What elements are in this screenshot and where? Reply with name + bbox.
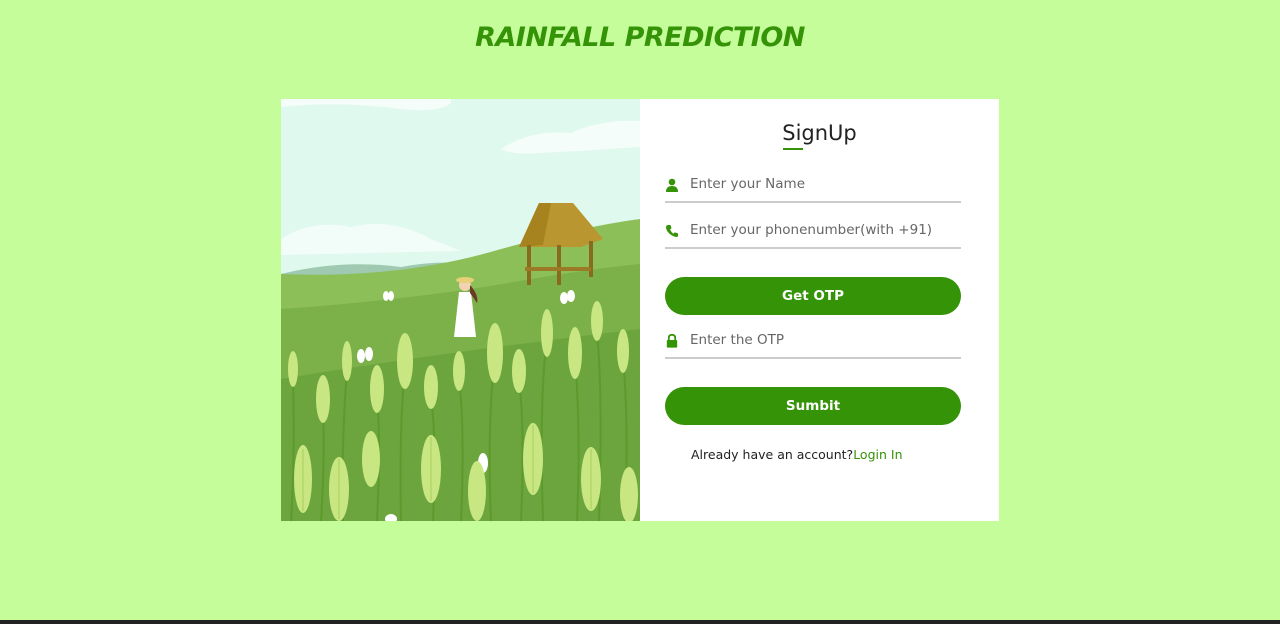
phone-icon: [665, 223, 679, 238]
signup-form: SignUp Get OTP: [640, 99, 999, 521]
phone-input[interactable]: [690, 217, 958, 243]
name-field: [665, 171, 961, 203]
user-icon: [665, 177, 679, 192]
otp-input[interactable]: [690, 327, 958, 353]
login-prompt-row: Already have an account?Login In: [691, 447, 903, 462]
wheat-field-illustration: [281, 99, 640, 521]
signup-card: SignUp Get OTP: [281, 99, 999, 521]
phone-field: [665, 217, 961, 249]
lock-icon: [665, 333, 679, 348]
submit-button[interactable]: Sumbit: [665, 387, 961, 425]
title-underline: [783, 148, 803, 150]
login-link[interactable]: Login In: [853, 447, 902, 462]
page-title: RAINFALL PREDICTION: [475, 22, 805, 53]
bottom-edge-bar: [0, 620, 1280, 624]
form-title: SignUp: [782, 121, 857, 145]
get-otp-button[interactable]: Get OTP: [665, 277, 961, 315]
otp-field: [665, 327, 961, 359]
login-prompt-text: Already have an account?: [691, 447, 854, 462]
name-input[interactable]: [690, 171, 958, 197]
